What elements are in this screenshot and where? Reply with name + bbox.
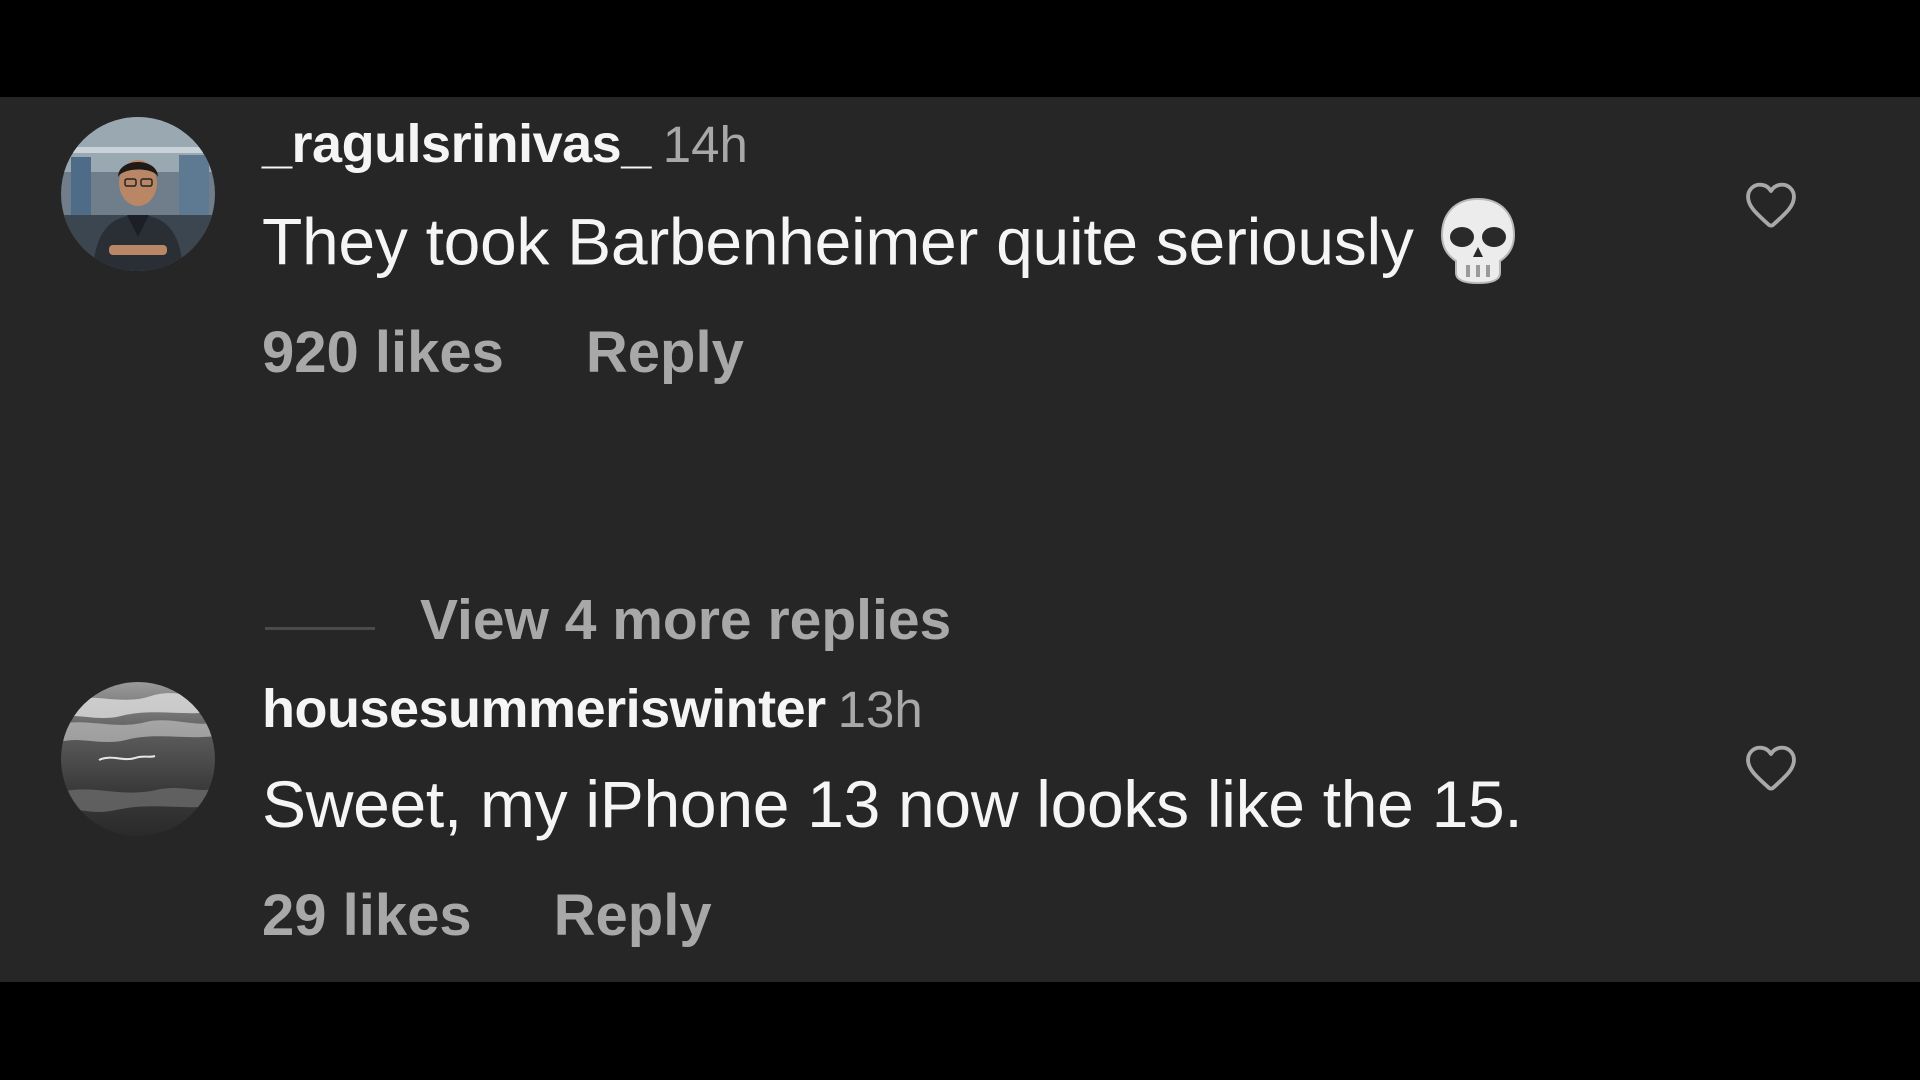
skull-emoji-icon [1438, 195, 1518, 287]
comments-panel: _ragulsrinivas_ 14h They took Barbenheime… [0, 97, 1920, 982]
avatar[interactable] [61, 682, 215, 836]
comment-body: They took Barbenheimer quite seriously [262, 204, 1414, 279]
username[interactable]: housesummeriswinter [262, 679, 826, 739]
reply-button[interactable]: Reply [554, 883, 712, 948]
comment-actions: 29 likes Reply [262, 882, 712, 949]
avatar-photo [61, 117, 215, 271]
likes-count[interactable]: 920 likes [262, 320, 504, 385]
comment-body: Sweet, my iPhone 13 now looks like the 1… [262, 767, 1523, 841]
comment-text: They took Barbenheimer quite seriously [262, 197, 1518, 293]
reply-button[interactable]: Reply [586, 320, 744, 385]
heart-outline-icon[interactable] [1742, 739, 1800, 797]
comment-text: Sweet, my iPhone 13 now looks like the 1… [262, 766, 1523, 842]
comment-header: housesummeriswinter 13h [262, 678, 923, 740]
likes-count[interactable]: 29 likes [262, 883, 472, 948]
avatar[interactable] [61, 117, 215, 271]
heart-outline-icon[interactable] [1742, 176, 1800, 234]
avatar-photo [61, 682, 215, 836]
timestamp: 14h [662, 116, 748, 173]
timestamp: 13h [837, 681, 923, 738]
comment-header: _ragulsrinivas_ 14h [262, 113, 748, 175]
username[interactable]: _ragulsrinivas_ [262, 114, 651, 174]
comment-actions: 920 likes Reply [262, 319, 744, 386]
divider-line [265, 627, 375, 630]
view-more-replies-label: View 4 more replies [420, 588, 952, 652]
